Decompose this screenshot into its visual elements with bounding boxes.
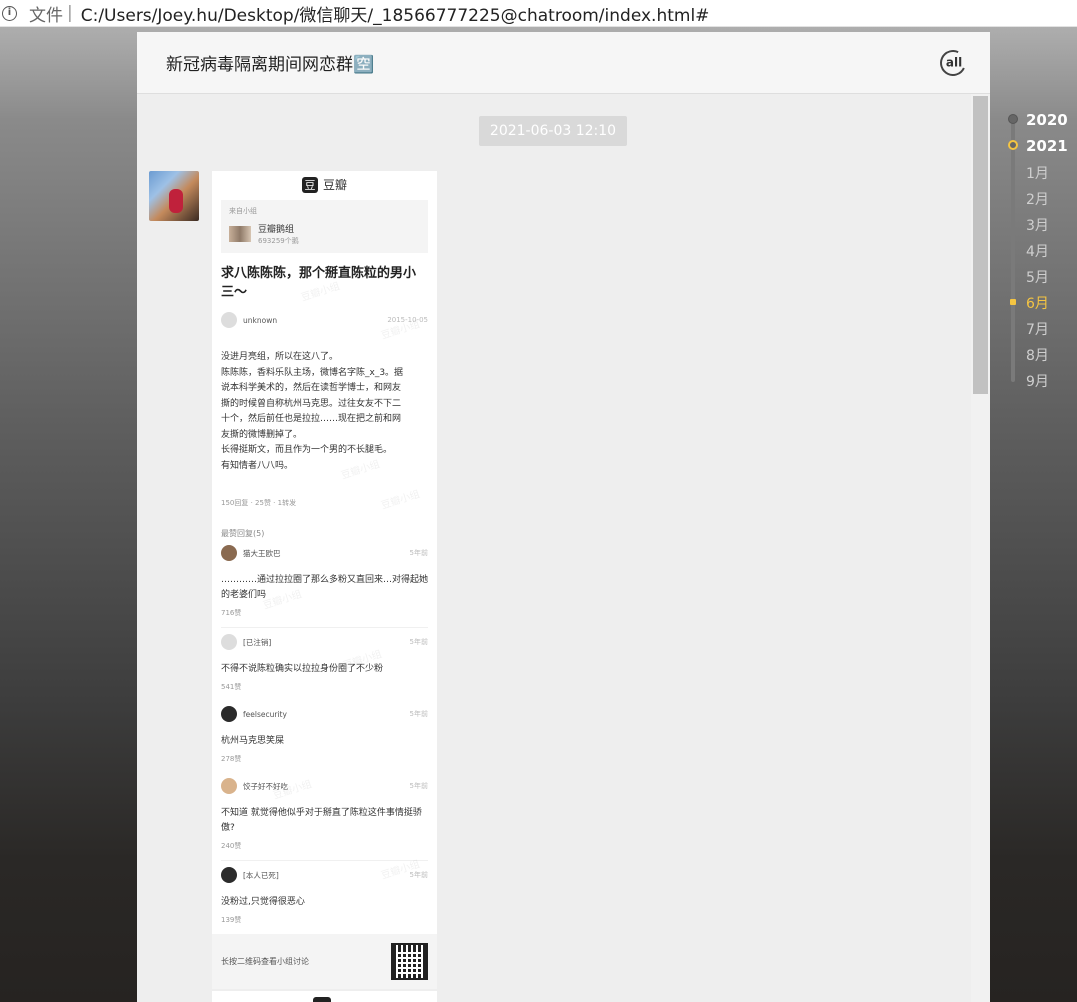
post-body-line: 撕的时候曾自称杭州马克思。过往女友不下二 xyxy=(221,398,402,409)
url-text[interactable]: C:/Users/Joey.hu/Desktop/微信聊天/_185667772… xyxy=(81,1,710,26)
reply-text: 不得不说陈粒确实以拉拉身份圈了不少粉 xyxy=(221,664,384,674)
reply-likes: 240赞 xyxy=(221,842,242,850)
timeline-month-1[interactable]: 1月 xyxy=(1026,163,1049,183)
post-stats: 150回复 · 25赞 · 1转发 xyxy=(221,499,297,507)
timeline-month-4[interactable]: 4月 xyxy=(1026,241,1049,261)
timeline-month-9[interactable]: 9月 xyxy=(1026,371,1049,391)
post-body-line: 说本科学美术的，然后在读哲学博士，和网友 xyxy=(221,383,402,393)
group-member-count: 693259个鹅 xyxy=(258,237,299,245)
reply-time: 5年前 xyxy=(409,638,428,646)
reply-avatar xyxy=(221,634,237,650)
author-avatar xyxy=(221,312,237,328)
reply-likes: 139赞 xyxy=(221,916,242,924)
brand-row: 豆 豆瓣 xyxy=(212,171,437,198)
timeline-dot xyxy=(1008,114,1018,124)
timeline-month-2[interactable]: 2月 xyxy=(1026,189,1049,209)
group-thumbnail xyxy=(229,226,251,242)
timeline-active-marker xyxy=(1010,299,1016,305)
chat-messages[interactable]: 2021-06-03 12:10 豆 豆瓣 来自小组 豆瓣鹅组 693259个鹅… xyxy=(137,94,990,1002)
reply-likes: 278赞 xyxy=(221,755,242,763)
reply-text: 杭州马克思笑屎 xyxy=(221,736,285,746)
timeline-track xyxy=(1011,120,1015,382)
reply-avatar xyxy=(221,706,237,722)
timeline-year-2021[interactable]: 2021 xyxy=(1026,137,1068,155)
post-date: 2015-10-05 xyxy=(387,316,428,324)
author-row: unknown 2015-10-05 xyxy=(221,312,428,328)
reply-text: 不知道 就觉得他似乎对于掰直了陈粒这件事情挺骄傲? xyxy=(221,808,422,833)
message-timestamp: 2021-06-03 12:10 xyxy=(479,116,627,146)
reply-avatar xyxy=(221,867,237,883)
post-body-line: 没进月亮组，所以在这八了。 xyxy=(221,352,339,362)
next-image-top xyxy=(212,989,437,1002)
reply-item: [本人已死] 5年前 没粉过,只觉得很恶心 139赞 xyxy=(221,867,428,925)
reply-avatar xyxy=(221,545,237,561)
reply-item: 猫大王欧巴 5年前 …………通过拉拉圈了那么多粉又直回来…对得起她的老婆们吗 7… xyxy=(221,545,428,618)
reply-time: 5年前 xyxy=(409,782,428,790)
timeline-active-dot xyxy=(1008,140,1018,150)
reply-author: [已注销] xyxy=(243,637,272,647)
from-label: 来自小组 xyxy=(229,207,257,215)
chat-title: 新冠病毒隔离期间网恋群🈳 xyxy=(166,55,375,75)
url-scheme-label: 文件 xyxy=(29,5,63,26)
reply-author: feelsecurity xyxy=(243,709,287,719)
reply-item: 饺子好不好吃 5年前 不知道 就觉得他似乎对于掰直了陈粒这件事情挺骄傲? 240… xyxy=(221,778,428,851)
timeline-month-3[interactable]: 3月 xyxy=(1026,215,1049,235)
post-body-line: 长得挺斯文，而且作为一个男的不长腿毛。 xyxy=(221,445,393,455)
timeline-month-5[interactable]: 5月 xyxy=(1026,267,1049,287)
reply-likes: 716赞 xyxy=(221,609,242,617)
reply-author: [本人已死] xyxy=(243,870,279,880)
reply-avatar xyxy=(221,778,237,794)
qr-code-icon[interactable] xyxy=(391,943,428,980)
reply-item: feelsecurity 5年前 杭州马克思笑屎 278赞 xyxy=(221,706,428,764)
info-icon[interactable]: i xyxy=(2,5,17,21)
chat-window: 新冠病毒隔离期间网恋群🈳 all 2021-06-03 12:10 豆 豆瓣 来… xyxy=(137,32,990,1002)
timeline-year-2020[interactable]: 2020 xyxy=(1026,111,1068,129)
browser-address-bar[interactable]: i 文件 | C:/Users/Joey.hu/Desktop/微信聊天/_18… xyxy=(0,0,1077,27)
douban-logo-icon xyxy=(313,997,331,1002)
reply-author: 猫大王欧巴 xyxy=(243,548,281,558)
reply-time: 5年前 xyxy=(409,871,428,879)
reply-text: …………通过拉拉圈了那么多粉又直回来…对得起她的老婆们吗 xyxy=(221,575,429,600)
date-timeline: 2020 2021 1月 2月 3月 4月 5月 6月 7月 8月 9月 xyxy=(1000,106,1077,396)
group-row: 豆瓣鹅组 693259个鹅 xyxy=(229,222,420,246)
reply-time: 5年前 xyxy=(409,710,428,718)
post-body-line: 友撕的微博删掉了。 xyxy=(221,429,303,440)
post-body-line: 陈陈陈，香料乐队主场，微博名字陈_x_3。据 xyxy=(221,367,404,378)
post-body: 没进月亮组，所以在这八了。 陈陈陈，香料乐队主场，微博名字陈_x_3。据 说本科… xyxy=(221,350,428,474)
scrollbar-thumb[interactable] xyxy=(973,96,988,394)
group-source-box: 来自小组 豆瓣鹅组 693259个鹅 xyxy=(221,200,428,253)
reply-author: 饺子好不好吃 xyxy=(243,781,288,791)
shared-image-message[interactable]: 豆 豆瓣 来自小组 豆瓣鹅组 693259个鹅 求八陈陈陈，那个掰直陈粒的男小三… xyxy=(212,171,437,1002)
best-replies-label: 最赞回复(5) xyxy=(221,529,265,538)
group-name: 豆瓣鹅组 xyxy=(258,225,295,235)
post-title: 求八陈陈陈，那个掰直陈粒的男小三～ xyxy=(221,266,417,300)
reply-likes: 541赞 xyxy=(221,683,242,691)
post-body-line: 有知情者八八吗。 xyxy=(221,460,294,471)
reply-time: 5年前 xyxy=(409,549,428,557)
qr-footer-text: 长按二维码查看小组讨论 xyxy=(221,957,309,966)
reply-item: [已注销] 5年前 不得不说陈粒确实以拉拉身份圈了不少粉 541赞 xyxy=(221,634,428,692)
url-separator: | xyxy=(67,3,73,23)
timeline-month-6[interactable]: 6月 xyxy=(1026,293,1049,313)
at-all-label: all xyxy=(945,55,963,70)
reply-divider xyxy=(221,627,428,628)
qr-footer: 长按二维码查看小组讨论 xyxy=(212,934,437,989)
reply-text: 没粉过,只觉得很恶心 xyxy=(221,897,305,907)
reply-divider xyxy=(221,860,428,861)
brand-name: 豆瓣 xyxy=(322,178,347,192)
scrollbar[interactable] xyxy=(971,94,990,1002)
douban-logo-icon: 豆 xyxy=(301,176,318,193)
timeline-month-7[interactable]: 7月 xyxy=(1026,319,1049,339)
chat-header: 新冠病毒隔离期间网恋群🈳 all xyxy=(137,32,990,94)
avatar[interactable] xyxy=(149,171,199,221)
at-all-icon[interactable]: all xyxy=(936,45,970,80)
author-name: unknown xyxy=(243,315,278,325)
post-body-line: 十个，然后前任也是拉拉……现在把之前和网 xyxy=(221,414,402,424)
timeline-month-8[interactable]: 8月 xyxy=(1026,345,1049,365)
